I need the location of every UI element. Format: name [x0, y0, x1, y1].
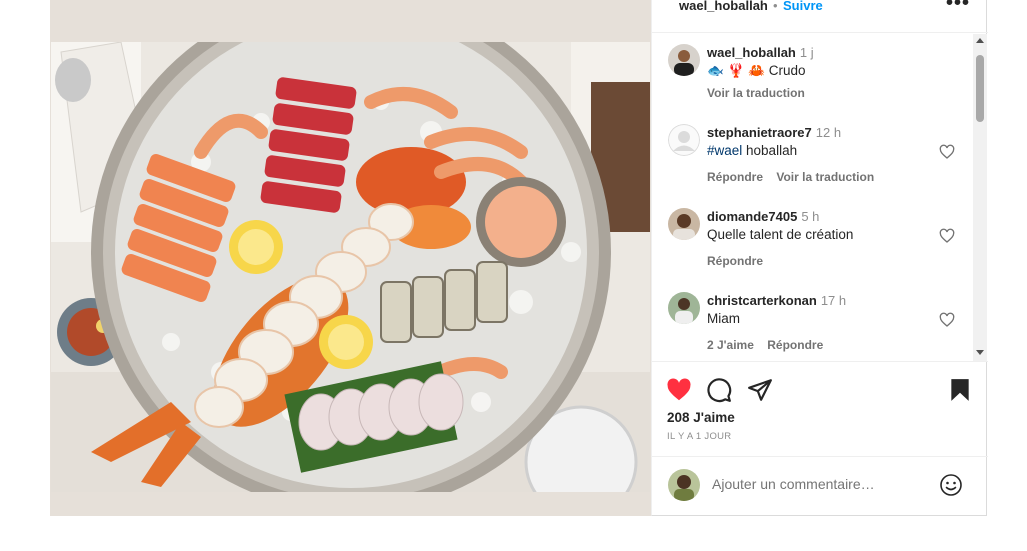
comment-bubble-icon[interactable]	[706, 377, 732, 403]
like-count[interactable]: 208 J'aime	[667, 410, 735, 425]
current-user-avatar	[668, 469, 700, 501]
comment-body: hoballah	[742, 143, 798, 158]
scroll-thumb[interactable]	[976, 55, 984, 122]
post-photo[interactable]	[51, 42, 650, 492]
instagram-post-modal: wael_hoballah • Suivre ••• wael_hoballah…	[0, 0, 1027, 551]
like-comment-heart-icon[interactable]	[939, 228, 955, 244]
avatar[interactable]	[668, 44, 700, 76]
post-side-panel: wael_hoballah • Suivre ••• wael_hoballah…	[651, 0, 988, 516]
header-separator: •	[773, 0, 778, 13]
follow-button[interactable]: Suivre	[783, 0, 823, 13]
caption-time: 1 j	[799, 45, 814, 60]
comment-input[interactable]	[712, 476, 932, 492]
comment-actions: 2 J'aime Répondre	[707, 338, 833, 352]
comment-text: #wael hoballah	[707, 143, 797, 158]
comment-time: 12 h	[815, 125, 842, 140]
avatar[interactable]	[668, 208, 700, 240]
paper-plane-icon[interactable]	[747, 377, 773, 403]
caption-username[interactable]: wael_hoballah	[707, 45, 796, 60]
more-options-icon[interactable]: •••	[946, 0, 970, 15]
avatar[interactable]	[668, 292, 700, 324]
comment-body: Miam	[707, 311, 740, 326]
comment-time: 5 h	[801, 209, 820, 224]
comment-username[interactable]: christcarterkonan	[707, 293, 817, 308]
comment-likes-link[interactable]: 2 J'aime	[707, 338, 754, 352]
caption-emojis: 🐟 🦞 🦀	[707, 63, 765, 78]
add-comment-row	[652, 456, 988, 515]
caption-actions: Voir la traduction	[707, 86, 815, 100]
hashtag-link[interactable]: #wael	[707, 143, 742, 158]
caption-text: Crudo	[768, 63, 806, 78]
scroll-down-arrow-icon[interactable]	[976, 350, 984, 355]
reply-link[interactable]: Répondre	[707, 170, 763, 184]
comments-scrollbar[interactable]	[973, 34, 987, 361]
comment-username[interactable]: stephanietraore7	[707, 125, 812, 140]
comment-header: diomande7405 5 h	[707, 209, 819, 224]
comment-body: Quelle talent de création	[707, 227, 854, 242]
heart-filled-icon[interactable]	[666, 377, 692, 403]
scroll-up-arrow-icon[interactable]	[976, 38, 984, 43]
caption-header: wael_hoballah 1 j	[707, 45, 814, 60]
comment-actions: Répondre Voir la traduction	[707, 170, 884, 184]
caption-text-line: 🐟 🦞 🦀 Crudo	[707, 63, 805, 79]
post-timestamp: IL Y A 1 JOUR	[667, 431, 732, 442]
user-avatar-icon	[668, 208, 700, 240]
default-avatar-icon	[668, 124, 700, 156]
bookmark-filled-icon[interactable]	[947, 377, 973, 403]
current-user-avatar-icon	[668, 469, 700, 501]
comment-header: christcarterkonan 17 h	[707, 293, 846, 308]
see-translation-link[interactable]: Voir la traduction	[707, 86, 805, 100]
comment-time: 17 h	[820, 293, 847, 308]
avatar[interactable]	[668, 124, 700, 156]
post-actions-bar: 208 J'aime IL Y A 1 JOUR	[652, 361, 988, 456]
post-author-username[interactable]: wael_hoballah	[679, 0, 768, 13]
author-avatar-icon	[668, 44, 700, 76]
smiley-icon[interactable]	[939, 473, 963, 497]
comments-list: wael_hoballah 1 j 🐟 🦞 🦀 Crudo Voir la tra…	[652, 34, 974, 361]
like-comment-heart-icon[interactable]	[939, 144, 955, 160]
reply-link[interactable]: Répondre	[707, 254, 763, 268]
comment-actions: Répondre	[707, 254, 773, 268]
seafood-platter-image	[51, 42, 650, 492]
user-avatar-icon	[668, 292, 700, 324]
comment-header: stephanietraore7 12 h	[707, 125, 841, 140]
post-header: wael_hoballah • Suivre •••	[652, 0, 988, 33]
reply-link[interactable]: Répondre	[767, 338, 823, 352]
like-comment-heart-icon[interactable]	[939, 312, 955, 328]
comment-username[interactable]: diomande7405	[707, 209, 797, 224]
see-translation-link[interactable]: Voir la traduction	[776, 170, 874, 184]
